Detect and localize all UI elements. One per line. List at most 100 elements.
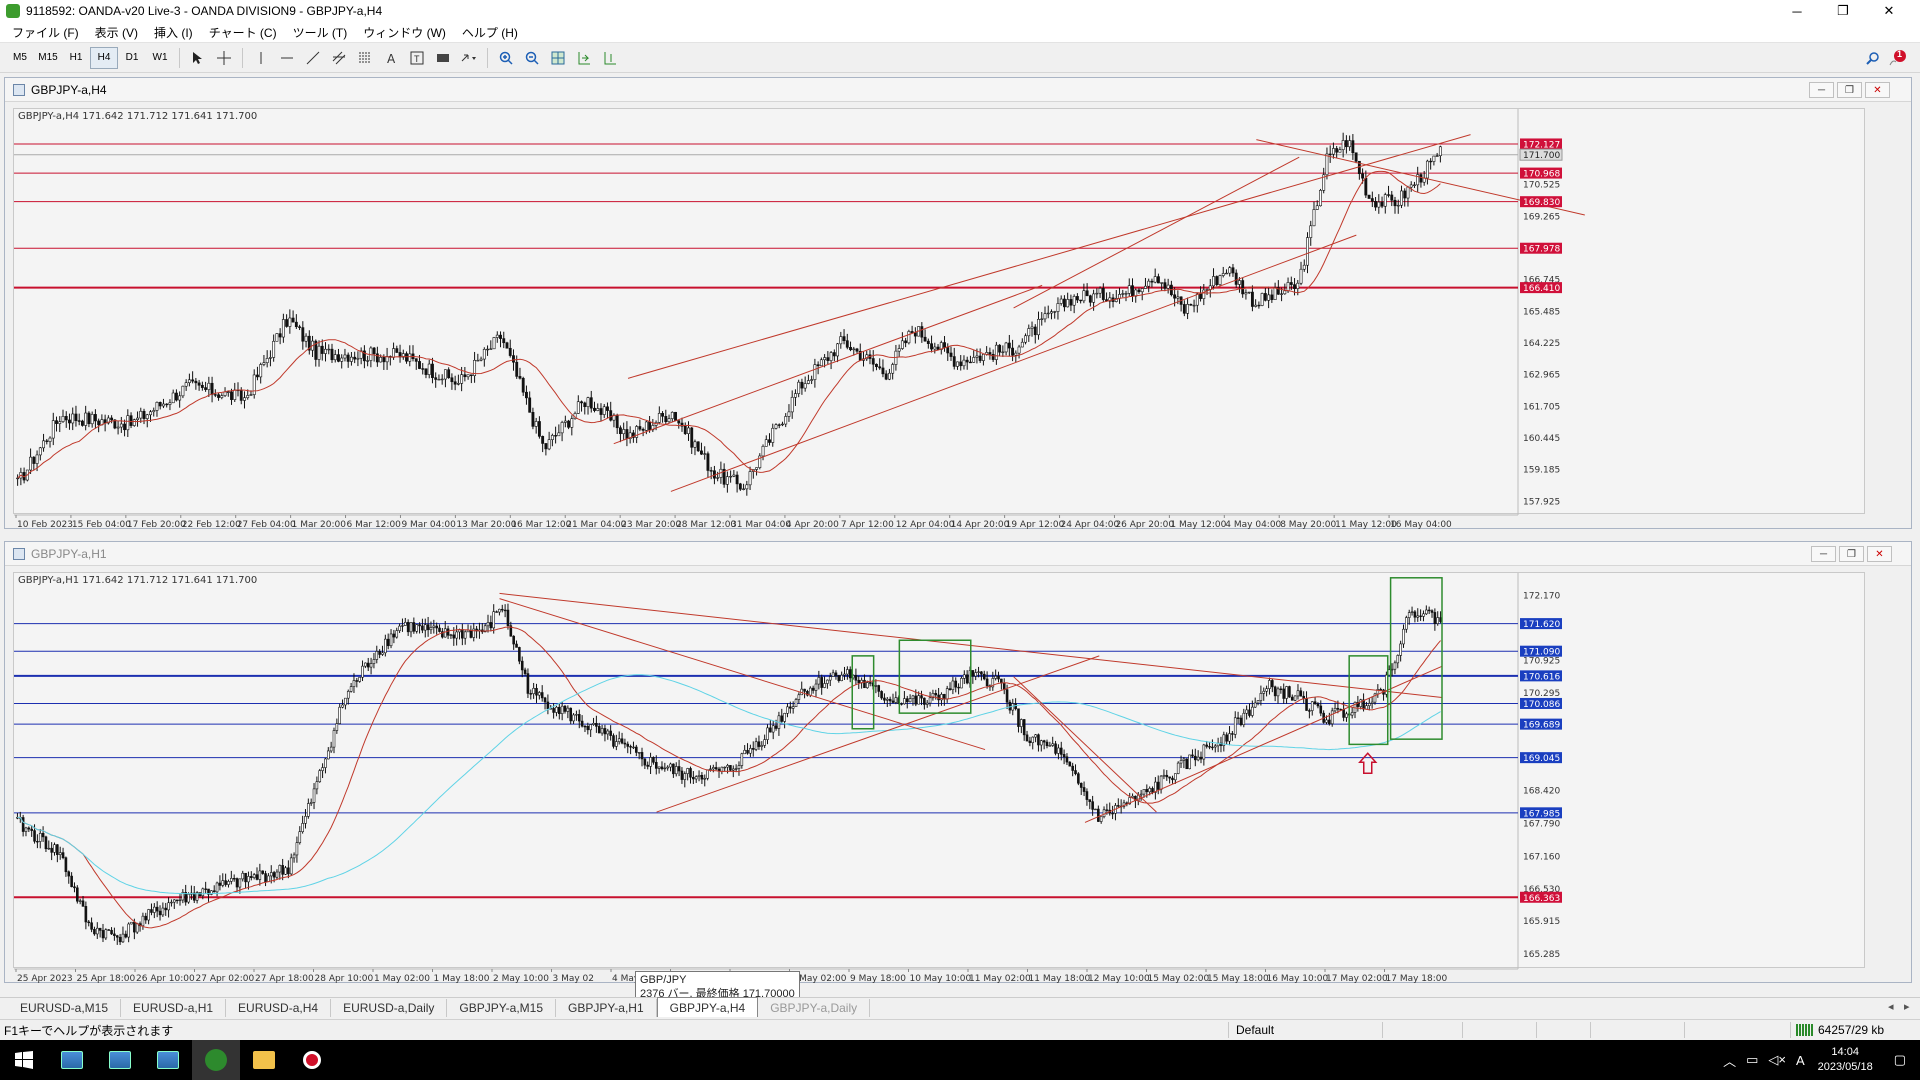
menu-help[interactable]: ヘルプ (H) <box>454 24 526 41</box>
candle-body <box>64 416 68 421</box>
menu-tools[interactable]: ツール (T) <box>285 24 356 41</box>
timeframe-m5[interactable]: M5 <box>6 47 34 69</box>
chart-shift-icon[interactable] <box>597 47 623 69</box>
network-icon[interactable]: ▭ <box>1746 1052 1758 1068</box>
taskbar-app-oanda[interactable] <box>192 1040 240 1080</box>
timeframe-w1[interactable]: W1 <box>146 47 174 69</box>
taskbar-recorder[interactable] <box>288 1040 336 1080</box>
minimize-icon[interactable]: ─ <box>1809 82 1834 98</box>
tab-gbpjpy-h4[interactable]: GBPJPY-a,H4 <box>656 997 759 1017</box>
tile-windows-icon[interactable] <box>545 47 571 69</box>
minimize-icon[interactable]: ─ <box>1811 546 1836 562</box>
tab-scroll-left-icon[interactable]: ◂ <box>1888 1000 1894 1013</box>
candle-body <box>789 706 792 709</box>
maximize-icon[interactable]: ❐ <box>1837 82 1862 98</box>
candle-body <box>213 394 217 396</box>
close-icon[interactable]: ✕ <box>1866 0 1912 22</box>
chart-window-h4[interactable]: GBPJPY-a,H4 ─ ❐ ✕ 172.127 171.700 170.968 1… <box>4 77 1912 530</box>
chart-window-h1[interactable]: GBPJPY-a,H1 ─ ❐ ✕ 172.170 171.620 171.090 1… <box>4 541 1912 1003</box>
tab-scroll-right-icon[interactable]: ▸ <box>1904 1000 1910 1013</box>
candle-body <box>1059 747 1063 755</box>
time-axis-label: 23 Mar 20:00 <box>621 520 681 530</box>
price-chart-h4[interactable]: 172.127 171.700 170.968 170.525 169.830 169.2… <box>13 108 1865 530</box>
menu-insert[interactable]: 挿入 (I) <box>146 24 201 41</box>
menu-view[interactable]: 表示 (V) <box>87 24 146 41</box>
price-chart-h4-canvas[interactable]: 172.127171.700170.968170.525169.830169.2… <box>14 109 1904 531</box>
horizontal-line-icon[interactable] <box>274 47 300 69</box>
candle-body <box>463 631 467 639</box>
tray-expand-icon[interactable]: ︿ <box>1723 1051 1736 1070</box>
candle-body <box>93 414 97 422</box>
tab-gbpjpy-m15[interactable]: GBPJPY-a,M15 <box>447 999 557 1017</box>
menu-window[interactable]: ウィンドウ (W) <box>355 24 454 41</box>
ime-indicator[interactable]: A <box>1796 1053 1805 1068</box>
text-icon[interactable]: A <box>378 47 404 69</box>
timeframe-h4[interactable]: H4 <box>90 46 118 69</box>
volume-icon[interactable]: ◁× <box>1768 1052 1786 1068</box>
minimize-icon[interactable]: ─ <box>1774 0 1820 22</box>
candle-body <box>178 395 182 401</box>
timeframe-m15[interactable]: M15 <box>34 47 62 69</box>
trendline-icon[interactable] <box>300 47 326 69</box>
candle-body <box>885 698 889 701</box>
candle-body <box>907 331 911 344</box>
candle-body <box>1208 746 1211 748</box>
crosshair-icon[interactable] <box>211 47 237 69</box>
candle-body <box>670 411 674 419</box>
tab-eurusd-m15[interactable]: EURUSD-a,M15 <box>8 999 122 1017</box>
fibonacci-icon[interactable] <box>352 47 378 69</box>
candle-body <box>794 393 797 398</box>
notification-icon[interactable]: 1 <box>1888 48 1908 68</box>
candle-body <box>1118 294 1121 299</box>
rectangle-icon[interactable] <box>430 47 456 69</box>
tab-eurusd-h1[interactable]: EURUSD-a,H1 <box>121 999 227 1017</box>
zoom-in-icon[interactable] <box>493 47 519 69</box>
tab-gbpjpy-daily[interactable]: GBPJPY-a,Daily <box>758 999 871 1017</box>
maximize-icon[interactable]: ❐ <box>1839 546 1864 562</box>
tab-eurusd-h4[interactable]: EURUSD-a,H4 <box>226 999 332 1017</box>
taskbar-file-explorer[interactable] <box>240 1040 288 1080</box>
action-center-icon[interactable]: ▢ <box>1894 1052 1906 1068</box>
close-icon[interactable]: ✕ <box>1865 82 1890 98</box>
close-icon[interactable]: ✕ <box>1867 546 1892 562</box>
zoom-out-icon[interactable] <box>519 47 545 69</box>
channel-icon[interactable] <box>326 47 352 69</box>
menu-file[interactable]: ファイル (F) <box>4 24 87 41</box>
taskbar-clock[interactable]: 14:04 2023/05/18 <box>1818 1045 1873 1075</box>
time-axis-label: 17 May 02:00 <box>1326 974 1388 984</box>
candle-body <box>150 909 153 913</box>
restore-icon[interactable]: ❐ <box>1820 0 1866 22</box>
candle-body <box>503 609 507 612</box>
candle-body <box>275 333 279 342</box>
candle-body <box>317 345 321 360</box>
vertical-line-icon[interactable] <box>248 47 274 69</box>
timeframe-d1[interactable]: D1 <box>118 47 146 69</box>
candle-body <box>1085 791 1089 800</box>
arrows-icon[interactable] <box>456 47 482 69</box>
taskbar-app-2[interactable] <box>96 1040 144 1080</box>
candle-body <box>220 395 224 398</box>
candle-body <box>152 410 156 413</box>
candle-body <box>697 774 701 777</box>
search-icon[interactable] <box>1860 47 1886 69</box>
candle-body <box>1042 740 1046 743</box>
price-chart-h1-canvas[interactable]: 172.170171.620171.090170.925170.616170.2… <box>14 573 1904 985</box>
timeframe-h1[interactable]: H1 <box>62 47 90 69</box>
auto-scroll-icon[interactable] <box>571 47 597 69</box>
candle-body <box>1267 294 1271 301</box>
windows-icon <box>15 1051 33 1069</box>
tab-gbpjpy-h1[interactable]: GBPJPY-a,H1 <box>556 999 657 1017</box>
candle-body <box>1279 688 1283 690</box>
text-label-icon[interactable]: T <box>404 47 430 69</box>
tab-eurusd-daily[interactable]: EURUSD-a,Daily <box>331 999 448 1017</box>
start-button[interactable] <box>0 1040 48 1080</box>
candle-body <box>1213 745 1217 748</box>
cursor-icon[interactable] <box>185 47 211 69</box>
taskbar-app-1[interactable] <box>48 1040 96 1080</box>
candle-body <box>538 692 541 696</box>
candle-body <box>703 453 707 455</box>
menu-chart[interactable]: チャート (C) <box>201 24 285 41</box>
candle-body <box>783 713 786 722</box>
price-chart-h1[interactable]: 172.170 171.620 171.090 170.925 170.616 170.2… <box>13 572 1865 984</box>
taskbar-app-3[interactable] <box>144 1040 192 1080</box>
